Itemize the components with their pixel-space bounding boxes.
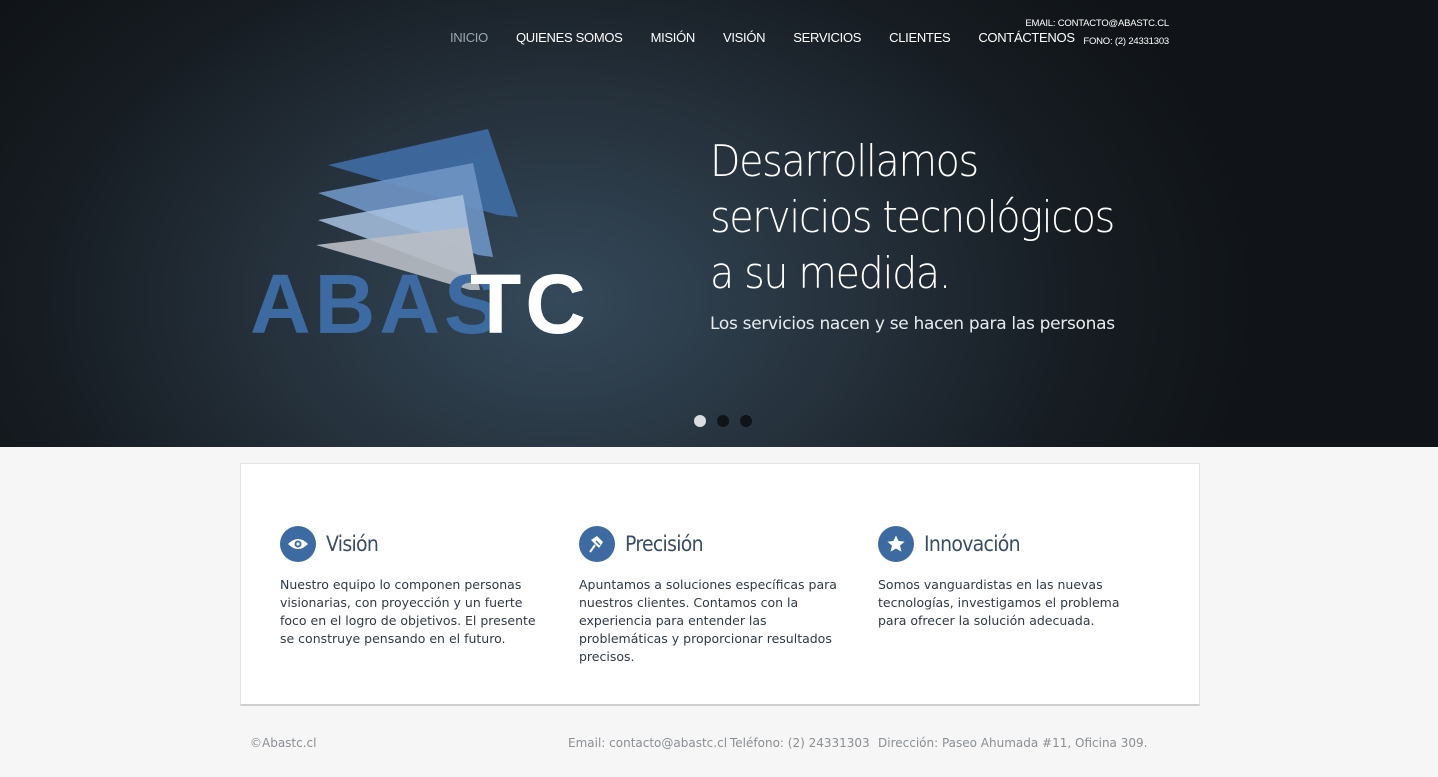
slider-dots [694,415,763,427]
hero-headline: Desarrollamos servicios tecnológicos a s… [710,136,1115,299]
eye-icon [280,526,316,562]
feature-title: Visión [326,532,379,556]
hero-slider: INICIO QUIENES SOMOS MISIÓN VISIÓN SERVI… [0,0,1438,447]
nav-item-quienes-somos[interactable]: QUIENES SOMOS [516,30,623,45]
slider-dot-2[interactable] [717,415,729,427]
slider-dot-3[interactable] [740,415,752,427]
header-phone: FONO: (2) 24331303 [1083,36,1169,47]
nav-item-servicios[interactable]: SERVICIOS [793,30,861,45]
feature-text: Nuestro equipo lo componen personas visi… [280,577,536,646]
feature-text: Apuntamos a soluciones específicas para … [579,577,837,664]
nav-item-mision[interactable]: MISIÓN [651,30,696,45]
nav-item-vision[interactable]: VISIÓN [723,30,766,45]
footer-phone: Teléfono: (2) 24331303 [730,736,870,750]
feature-title: Innovación [924,532,1021,556]
logo-text-tc: TC [470,257,588,345]
abastc-logo: ABAS TC [250,129,588,345]
features-card: Visión Nuestro equipo lo componen person… [240,463,1200,706]
nav-item-inicio[interactable]: INICIO [450,30,488,45]
feature-title: Precisión [625,532,704,556]
footer-address: Dirección: Paseo Ahumada #11, Oficina 30… [878,736,1148,750]
feature-vision: Visión Nuestro equipo lo componen person… [280,526,540,648]
nav-item-clientes[interactable]: CLIENTES [889,30,950,45]
footer-email[interactable]: Email: contacto@abastc.cl [568,736,727,750]
slider-dot-1[interactable] [694,415,706,427]
main-nav: INICIO QUIENES SOMOS MISIÓN VISIÓN SERVI… [450,30,1103,45]
hero-subline: Los servicios nacen y se hacen para las … [710,314,1115,334]
feature-innovation: Innovación Somos vanguardistas en las nu… [878,526,1138,630]
header-contact: EMAIL: CONTACTO@ABASTC.CL FONO: (2) 2433… [1025,15,1169,51]
footer-copyright: ©Abastc.cl [250,736,317,750]
pin-icon [579,526,615,562]
star-icon [878,526,914,562]
header-email: EMAIL: CONTACTO@ABASTC.CL [1025,18,1169,29]
logo-text-abas: ABAS [250,257,504,345]
feature-precision: Precisión Apuntamos a soluciones específ… [579,526,839,666]
feature-text: Somos vanguardistas en las nuevas tecnol… [878,577,1120,628]
